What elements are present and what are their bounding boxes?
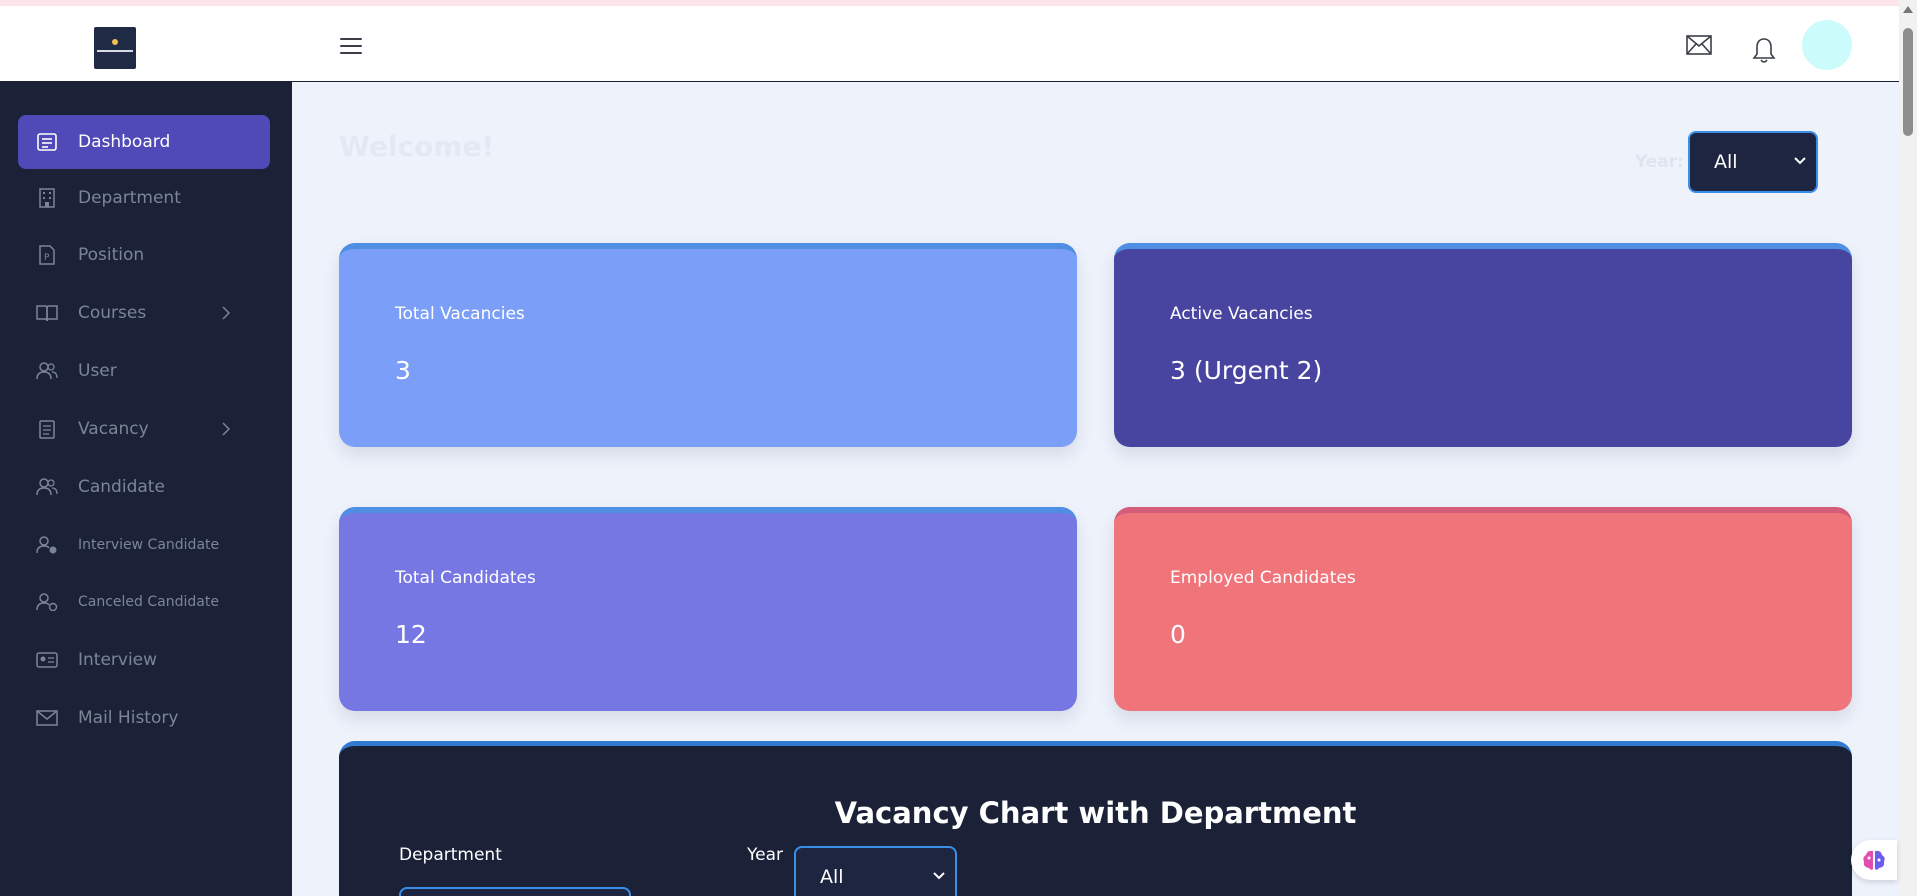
department-filter-label: Department (399, 845, 502, 865)
sidebar-item-label: Interview Candidate (78, 537, 220, 553)
sidebar-item-label: Dashboard (78, 132, 171, 152)
card-value: 3 (Urgent 2) (1170, 356, 1323, 385)
assistant-brain-icon[interactable] (1851, 840, 1897, 880)
sidebar-item-label: Mail History (78, 708, 179, 728)
users-icon (36, 360, 58, 382)
main-content: Welcome! Year: All Total Vacancies 3 Act… (292, 83, 1899, 896)
card-label: Employed Candidates (1170, 568, 1356, 588)
users-icon (36, 476, 58, 498)
building-icon (36, 187, 58, 209)
mail-icon (36, 707, 58, 729)
user-check-icon (36, 591, 58, 613)
sidebar: Dashboard Department P Position Courses … (0, 82, 292, 896)
card-value: 3 (395, 356, 411, 385)
sidebar-item-position[interactable]: P Position (18, 228, 270, 282)
sidebar-item-label: User (78, 361, 117, 381)
chevron-down-icon (1794, 157, 1806, 165)
card-employed-candidates: Employed Candidates 0 (1114, 507, 1852, 711)
scrollbar-thumb[interactable] (1903, 28, 1913, 136)
document-icon: P (36, 244, 58, 266)
sidebar-item-label: Vacancy (78, 419, 149, 439)
chart-year-select[interactable]: All (794, 846, 957, 896)
sidebar-item-label: Interview (78, 650, 158, 670)
sidebar-item-department[interactable]: Department (18, 171, 270, 225)
sidebar-item-mail-history[interactable]: Mail History (18, 691, 270, 745)
card-total-candidates: Total Candidates 12 (339, 507, 1077, 711)
department-select[interactable] (399, 887, 631, 896)
clipboard-icon (36, 418, 58, 440)
year-select-value: All (1714, 151, 1738, 173)
chart-year-label: Year (747, 845, 783, 865)
sidebar-item-label: Candidate (78, 477, 165, 497)
vacancy-chart-panel: Vacancy Chart with Department Department… (339, 741, 1852, 896)
dashboard-icon (36, 131, 58, 153)
sidebar-item-vacancy[interactable]: Vacancy (18, 402, 270, 456)
year-select[interactable]: All (1688, 131, 1818, 193)
sidebar-item-candidate[interactable]: Candidate (18, 460, 270, 514)
company-logo[interactable] (94, 27, 136, 69)
sidebar-item-interview[interactable]: Interview (18, 633, 270, 687)
chart-year-select-value: All (820, 866, 844, 888)
sidebar-item-interview-candidate[interactable]: Interview Candidate (18, 518, 270, 572)
svg-text:P: P (44, 253, 50, 263)
sidebar-item-label: Courses (78, 303, 147, 323)
bell-icon[interactable] (1752, 36, 1776, 64)
chevron-right-icon (222, 422, 230, 436)
sidebar-item-label: Department (78, 188, 181, 208)
card-label: Total Vacancies (395, 304, 525, 324)
chart-title: Vacancy Chart with Department (834, 796, 1357, 830)
sidebar-item-label: Position (78, 245, 145, 265)
id-card-icon (36, 649, 58, 671)
user-check-icon (36, 534, 58, 556)
page-scrollbar[interactable] (1899, 0, 1917, 896)
card-value: 12 (395, 620, 427, 649)
card-total-vacancies: Total Vacancies 3 (339, 243, 1077, 447)
hamburger-icon[interactable] (340, 38, 362, 56)
chevron-down-icon (933, 872, 945, 880)
sidebar-item-dashboard[interactable]: Dashboard (18, 115, 270, 169)
card-label: Active Vacancies (1170, 304, 1313, 324)
top-navbar (0, 6, 1899, 82)
sidebar-item-courses[interactable]: Courses (18, 286, 270, 340)
sidebar-item-label: Canceled Candidate (78, 594, 219, 610)
sidebar-item-user[interactable]: User (18, 344, 270, 398)
page-title: Welcome! (339, 130, 495, 163)
avatar[interactable] (1802, 20, 1852, 70)
sidebar-item-canceled-candidate[interactable]: Canceled Candidate (18, 575, 270, 629)
card-active-vacancies: Active Vacancies 3 (Urgent 2) (1114, 243, 1852, 447)
card-label: Total Candidates (395, 568, 536, 588)
year-filter-label: Year: (1635, 152, 1684, 172)
book-icon (36, 302, 58, 324)
chevron-right-icon (222, 306, 230, 320)
card-value: 0 (1170, 620, 1186, 649)
mail-icon[interactable] (1686, 35, 1712, 55)
